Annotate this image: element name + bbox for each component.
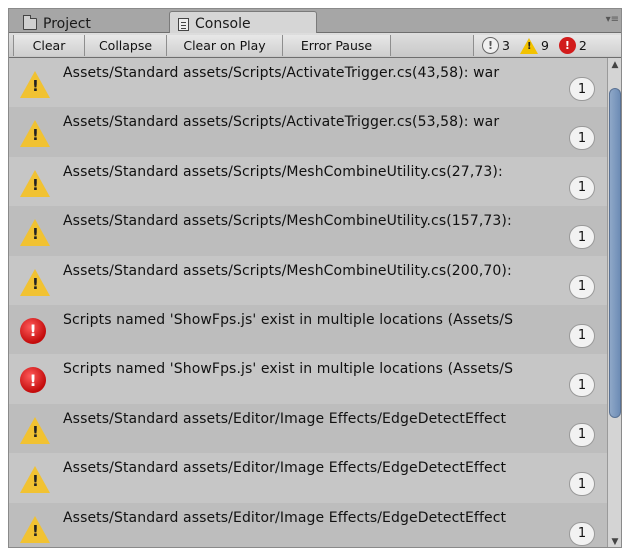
log-entry[interactable]: ! Assets/Standard assets/Editor/Image Eff…: [9, 502, 607, 547]
info-count-toggle[interactable]: ! 3: [482, 37, 510, 54]
error-pause-button[interactable]: Error Pause: [283, 35, 391, 56]
error-icon: !: [558, 37, 576, 54]
clear-button[interactable]: Clear: [13, 35, 85, 56]
log-count-badge: 1: [569, 323, 595, 348]
warning-icon: !: [20, 120, 50, 148]
warning-icon: !: [20, 268, 50, 296]
log-count-badge: 1: [569, 472, 595, 497]
log-message: Assets/Standard assets/Editor/Image Effe…: [63, 509, 507, 526]
log-entry[interactable]: ! Assets/Standard assets/Scripts/Activate…: [9, 58, 607, 108]
info-icon: !: [482, 37, 499, 54]
error-count: 2: [578, 38, 587, 53]
log-message: Assets/Standard assets/Scripts/ActivateT…: [63, 114, 500, 131]
log-count-badge: 1: [569, 521, 595, 546]
log-entry[interactable]: ! Assets/Standard assets/Editor/Image Eff…: [9, 403, 607, 454]
log-entry[interactable]: ! Assets/Standard assets/Scripts/MeshComb…: [9, 255, 607, 305]
log-entry[interactable]: ! Assets/Standard assets/Scripts/MeshComb…: [9, 206, 607, 256]
warning-icon: !: [20, 71, 50, 98]
log-message: Assets/Standard assets/Editor/Image Effe…: [63, 460, 507, 477]
tab-menu-icon[interactable]: ▾≡: [606, 14, 619, 25]
log-count-badge: 1: [569, 175, 595, 200]
log-count-badge: 1: [569, 126, 595, 151]
warning-icon: !: [20, 219, 50, 247]
log-entry[interactable]: ! Assets/Standard assets/Scripts/Activate…: [9, 107, 607, 157]
log-entry[interactable]: ! Assets/Standard assets/Scripts/MeshComb…: [9, 156, 607, 207]
scroll-down-arrow-icon[interactable]: ▼: [608, 535, 621, 547]
vertical-scrollbar[interactable]: ▲ ▼: [607, 58, 621, 547]
warning-icon: !: [20, 466, 50, 494]
log-message: Assets/Standard assets/Scripts/MeshCombi…: [63, 213, 512, 230]
log-list: ! Assets/Standard assets/Scripts/Activate…: [9, 58, 607, 547]
collapse-button[interactable]: Collapse: [85, 35, 167, 56]
tab-bar: Project Console ▾≡: [9, 9, 621, 34]
tab-project[interactable]: Project: [15, 11, 157, 34]
log-count-badge: 1: [569, 422, 595, 447]
tab-console[interactable]: Console: [169, 11, 317, 34]
info-count: 3: [502, 38, 510, 53]
scrollbar-thumb[interactable]: [609, 88, 621, 418]
log-message: Scripts named 'ShowFps.js' exist in mult…: [63, 361, 514, 378]
warning-icon: !: [20, 169, 50, 197]
tab-console-label: Console: [195, 16, 251, 32]
log-message: Assets/Standard assets/Editor/Image Effe…: [63, 410, 507, 427]
log-entry[interactable]: ! Assets/Standard assets/Editor/Image Eff…: [9, 453, 607, 503]
log-counts: ! 3 9 ! 2: [473, 35, 621, 56]
tab-project-label: Project: [43, 15, 91, 32]
log-message: Assets/Standard assets/Scripts/MeshCombi…: [63, 163, 503, 180]
log-count-badge: 1: [569, 77, 595, 101]
warning-count-toggle[interactable]: 9: [519, 37, 549, 54]
error-count-toggle[interactable]: ! 2: [558, 37, 587, 54]
warning-icon: [519, 37, 538, 54]
log-message: Scripts named 'ShowFps.js' exist in mult…: [63, 311, 514, 328]
warning-icon: !: [20, 416, 50, 444]
log-message: Assets/Standard assets/Scripts/ActivateT…: [63, 65, 500, 81]
log-count-badge: 1: [569, 373, 595, 398]
warning-count: 9: [540, 38, 549, 53]
console-icon: [178, 17, 189, 31]
log-message: Assets/Standard assets/Scripts/MeshCombi…: [63, 262, 512, 279]
folder-icon: [23, 14, 37, 30]
clear-on-play-button[interactable]: Clear on Play: [167, 35, 283, 56]
console-toolbar: Clear Collapse Clear on Play Error Pause…: [9, 33, 621, 58]
error-icon: !: [20, 317, 46, 344]
log-count-badge: 1: [569, 225, 595, 250]
console-window: Project Console ▾≡ Clear Collapse Clear …: [8, 8, 622, 548]
warning-icon: !: [20, 515, 50, 543]
scroll-up-arrow-icon[interactable]: ▲: [608, 58, 621, 72]
error-icon: !: [20, 367, 46, 394]
log-entry[interactable]: ! Scripts named 'ShowFps.js' exist in mul…: [9, 304, 607, 355]
log-entry[interactable]: ! Scripts named 'ShowFps.js' exist in mul…: [9, 354, 607, 404]
log-count-badge: 1: [569, 274, 595, 299]
